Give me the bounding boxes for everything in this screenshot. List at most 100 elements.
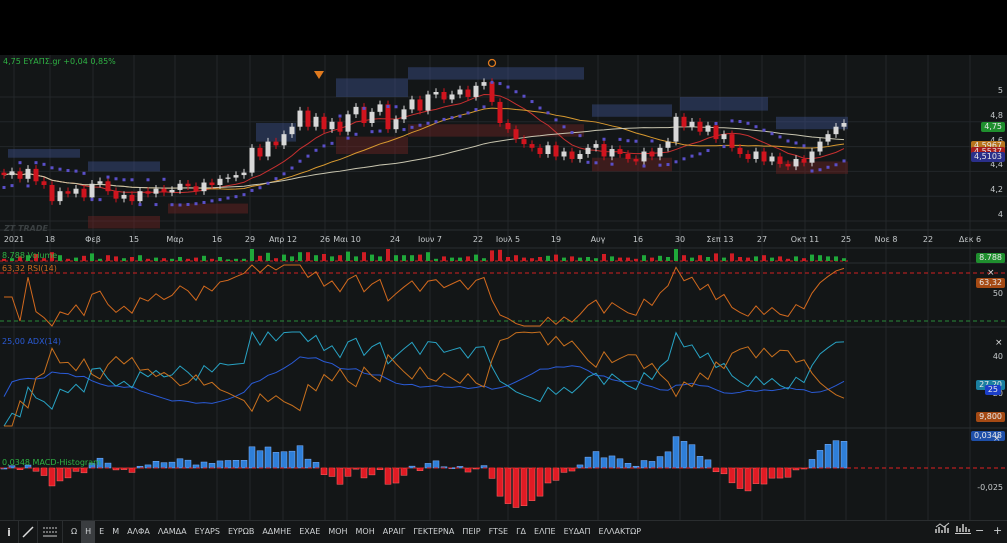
volume-bar (186, 258, 190, 261)
volume-bar (218, 257, 222, 261)
candle-body (545, 145, 551, 154)
macd-bar (744, 467, 752, 492)
macd-bar (232, 460, 240, 469)
volume-bar (618, 257, 622, 261)
sar-dot (634, 139, 638, 143)
candle-body (433, 92, 439, 95)
candle-body (353, 106, 359, 115)
symbol-tab-4[interactable]: Μ (108, 521, 123, 543)
macd-bar (176, 458, 184, 469)
sar-dot (730, 119, 734, 123)
candle-body (417, 99, 423, 111)
x-axis-label: 24 (389, 235, 401, 244)
symbol-tab-3[interactable]: Ε (95, 521, 108, 543)
volume-bar (634, 258, 638, 261)
macd-bar (328, 467, 336, 477)
volume-bar (98, 258, 102, 261)
resistance-zone (592, 104, 672, 117)
symbol-tab-5[interactable]: ΑΛΦΑ (123, 521, 154, 543)
symbol-tab-14[interactable]: ΓΕΚΤΕΡΝΑ (409, 521, 458, 543)
symbol-tab-8[interactable]: ΕΥΡΩΒ (224, 521, 258, 543)
volume-bar (210, 258, 214, 261)
close-pane-icon[interactable]: × (993, 434, 1001, 444)
chart-type-button[interactable] (935, 520, 951, 542)
symbol-tab-10[interactable]: ΕΧΑΕ (295, 521, 324, 543)
volume-bar (258, 255, 262, 261)
x-axis-label: 29 (244, 235, 256, 244)
sar-dot (362, 106, 366, 110)
sar-dot (290, 166, 294, 170)
symbol-tab-1[interactable]: Ω (67, 521, 81, 543)
price-axis-tick: 5 (997, 86, 1003, 95)
volume-bar (698, 255, 702, 261)
volume-bar (322, 254, 326, 261)
volume-bar (154, 257, 158, 261)
macd-bar (664, 451, 672, 469)
sar-dot (50, 166, 54, 170)
chart-canvas[interactable] (0, 0, 1007, 520)
bar-chart-button[interactable] (955, 520, 971, 542)
sar-dot (82, 171, 86, 175)
sar-dot (298, 159, 302, 163)
sar-dot (442, 117, 446, 121)
macd-bar (728, 467, 736, 484)
volume-bar (562, 257, 566, 261)
symbol-tab-12[interactable]: ΜΟΗ (352, 521, 379, 543)
macd-bar (432, 460, 440, 469)
zoom-in-button[interactable]: + (993, 520, 1002, 542)
draw-line-button[interactable] (19, 521, 38, 543)
symbol-tab-16[interactable]: FTSE (485, 521, 512, 543)
info-button[interactable]: i (0, 521, 19, 543)
volume-bar (130, 257, 134, 261)
candle-body (329, 121, 335, 130)
macd-bar (256, 450, 264, 469)
macd-bar (768, 467, 776, 479)
volume-bar (250, 249, 254, 261)
sar-dot (18, 161, 22, 165)
symbol-tab-15[interactable]: ΠΕΙΡ (458, 521, 484, 543)
symbol-tab-13[interactable]: ΑΡΑΙΓ (379, 521, 410, 543)
zoom-out-button[interactable]: − (975, 520, 984, 542)
symbol-tab-18[interactable]: ΕΛΠΕ (530, 521, 560, 543)
candle-body (41, 181, 47, 185)
macd-bar (824, 444, 832, 469)
candle-body (73, 188, 79, 194)
symbol-tab-17[interactable]: ΓΔ (512, 521, 530, 543)
macd-bar (424, 463, 432, 469)
volume-bar (418, 254, 422, 261)
volume-bar (170, 258, 174, 261)
symbol-tab-19[interactable]: ΕΥΔΑΠ (560, 521, 595, 543)
symbol-tab-6[interactable]: ΛΑΜΔΑ (154, 521, 191, 543)
indicators-button[interactable] (38, 521, 63, 543)
sar-dot (258, 186, 262, 190)
price-axis-tick: 4 (997, 210, 1003, 219)
symbol-tab-9[interactable]: ΑΔΜΗΕ (258, 521, 295, 543)
volume-bar (338, 255, 342, 261)
candle-body (161, 188, 167, 193)
close-pane-icon[interactable]: × (987, 268, 995, 278)
macd-bar (160, 462, 168, 469)
volume-bar (394, 255, 398, 261)
resistance-zone (336, 78, 408, 97)
candle-body (425, 94, 431, 111)
volume-bar (490, 250, 494, 261)
x-axis-label: Δεκ 6 (958, 235, 982, 244)
symbol-tab-7[interactable]: ΕΥΑPS (191, 521, 224, 543)
x-axis-label: 30 (674, 235, 686, 244)
symbol-tab-2[interactable]: Η (81, 521, 96, 543)
candle-body (81, 188, 87, 198)
symbol-tab-20[interactable]: ΕΛΛΑΚΤΩΡ (595, 521, 646, 543)
candle-body (1, 172, 7, 176)
candle-body (561, 151, 567, 157)
resistance-zone (680, 96, 768, 111)
close-pane-icon[interactable]: × (995, 338, 1003, 348)
sar-dot (714, 121, 718, 125)
sar-dot (314, 148, 318, 152)
symbol-tab-11[interactable]: ΜΟΗ (324, 521, 351, 543)
sar-dot (386, 105, 390, 109)
sar-dot (682, 157, 686, 161)
candle-body (753, 151, 759, 159)
macd-bar (464, 467, 472, 473)
x-axis-label: 2021 (3, 235, 25, 244)
candle-body (473, 85, 479, 97)
